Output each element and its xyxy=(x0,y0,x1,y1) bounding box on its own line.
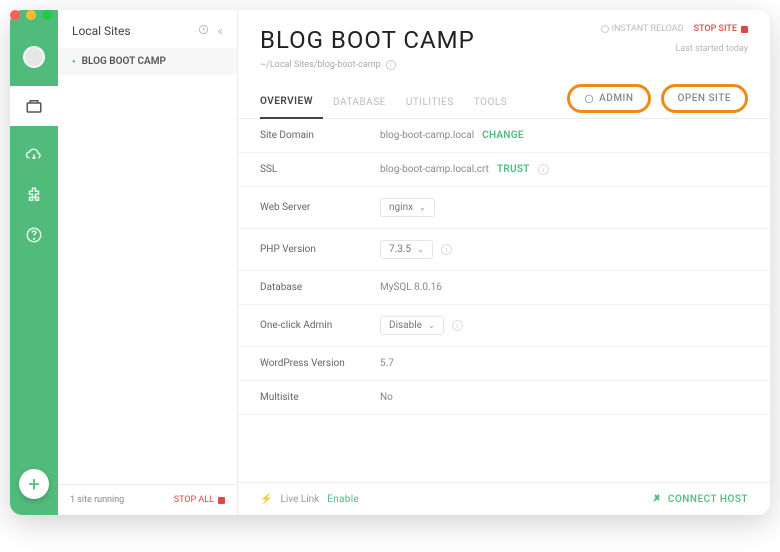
chevron-down-icon: ⌄ xyxy=(419,203,426,212)
collapse-sidebar-icon[interactable]: « xyxy=(217,24,223,38)
row-wordpress-version: WordPress Version 5.7 xyxy=(238,347,770,381)
enable-live-link[interactable]: Enable xyxy=(327,494,359,505)
database-label: Database xyxy=(260,282,380,293)
sidebar-title: Local Sites xyxy=(72,24,131,38)
addons-icon[interactable] xyxy=(23,184,45,206)
sidebar-item-blog-boot-camp[interactable]: BLOG BOOT CAMP xyxy=(58,48,237,75)
web-server-value: nginx xyxy=(389,202,413,213)
cloud-download-icon[interactable] xyxy=(23,144,45,166)
main-footer: ⚡ Live Link Enable CONNECT HOST xyxy=(238,482,770,515)
wordpress-icon xyxy=(584,94,594,104)
php-value: 7.3.5 xyxy=(389,244,411,255)
path-info-icon[interactable]: i xyxy=(386,60,396,70)
main-panel: INSTANT RELOAD STOP SITE Last started to… xyxy=(238,10,770,515)
minimize-window-dot[interactable] xyxy=(26,10,36,20)
multisite-label: Multisite xyxy=(260,392,380,403)
sidebar-header: Local Sites « xyxy=(58,10,237,48)
site-domain-value: blog-boot-camp.local xyxy=(380,130,474,141)
open-site-button[interactable]: OPEN SITE xyxy=(661,84,749,113)
php-info-icon[interactable]: i xyxy=(441,244,452,255)
ssl-value: blog-boot-camp.local.crt xyxy=(380,164,489,175)
chevron-down-icon: ⌄ xyxy=(417,245,424,254)
sites-icon[interactable] xyxy=(10,86,58,126)
sidebar-footer: 1 site running STOP ALL xyxy=(58,484,237,515)
row-php: PHP Version 7.3.5 ⌄ i xyxy=(238,229,770,271)
row-web-server: Web Server nginx ⌄ xyxy=(238,187,770,229)
row-multisite: Multisite No xyxy=(238,381,770,415)
wordpress-version-label: WordPress Version xyxy=(260,358,380,369)
wordpress-version-value: 5.7 xyxy=(380,358,394,369)
admin-button[interactable]: ADMIN xyxy=(567,84,650,113)
window-controls xyxy=(10,10,52,20)
web-server-label: Web Server xyxy=(260,202,380,213)
admin-button-label: ADMIN xyxy=(599,93,633,104)
sites-running-label: 1 site running xyxy=(70,495,124,505)
connect-host-button[interactable]: CONNECT HOST xyxy=(650,493,748,505)
web-server-select[interactable]: nginx ⌄ xyxy=(380,198,435,217)
details-list: Site Domain blog-boot-camp.local CHANGE … xyxy=(238,119,770,482)
app-window: + Local Sites « BLOG BOOT CAMP 1 site ru… xyxy=(10,10,770,515)
ssl-label: SSL xyxy=(260,164,380,175)
one-click-admin-label: One-click Admin xyxy=(260,320,380,331)
row-site-domain: Site Domain blog-boot-camp.local CHANGE xyxy=(238,119,770,153)
tab-overview[interactable]: OVERVIEW xyxy=(260,96,323,119)
multisite-value: No xyxy=(380,392,393,403)
bolt-icon: ⚡ xyxy=(260,494,272,505)
site-domain-label: Site Domain xyxy=(260,130,380,141)
connect-icon xyxy=(650,493,662,505)
php-label: PHP Version xyxy=(260,244,380,255)
help-icon[interactable] xyxy=(23,224,45,246)
ssl-info-icon[interactable]: i xyxy=(538,164,549,175)
clock-icon[interactable] xyxy=(198,24,209,38)
tab-database[interactable]: DATABASE xyxy=(333,97,396,118)
site-path: ~/Local Sites/blog-boot-camp xyxy=(260,60,381,70)
row-database: Database MySQL 8.0.16 xyxy=(238,271,770,305)
sidebar: Local Sites « BLOG BOOT CAMP 1 site runn… xyxy=(58,10,238,515)
tab-tools[interactable]: TOOLS xyxy=(474,97,517,118)
one-click-admin-value: Disable xyxy=(389,320,422,331)
row-one-click-admin: One-click Admin Disable ⌄ i xyxy=(238,305,770,347)
php-select[interactable]: 7.3.5 ⌄ xyxy=(380,240,433,259)
avatar[interactable] xyxy=(23,46,45,68)
stop-all-button[interactable]: STOP ALL xyxy=(174,495,225,505)
stop-site-button[interactable]: STOP SITE xyxy=(694,24,748,34)
one-click-admin-select[interactable]: Disable ⌄ xyxy=(380,316,444,335)
live-link-label: Live Link xyxy=(280,494,319,505)
main-header: INSTANT RELOAD STOP SITE Last started to… xyxy=(238,10,770,78)
zoom-window-dot[interactable] xyxy=(42,10,52,20)
change-domain-link[interactable]: CHANGE xyxy=(482,130,524,141)
open-site-button-label: OPEN SITE xyxy=(678,93,732,104)
one-click-admin-info-icon[interactable]: i xyxy=(452,320,463,331)
row-ssl: SSL blog-boot-camp.local.crt TRUST i xyxy=(238,153,770,187)
chevron-down-icon: ⌄ xyxy=(428,321,435,330)
database-value: MySQL 8.0.16 xyxy=(380,282,442,293)
instant-reload-toggle[interactable]: INSTANT RELOAD xyxy=(601,24,684,34)
add-site-button[interactable]: + xyxy=(19,469,49,499)
close-window-dot[interactable] xyxy=(10,10,20,20)
tab-row: OVERVIEW DATABASE UTILITIES TOOLS ADMIN … xyxy=(238,78,770,119)
last-started-label: Last started today xyxy=(676,44,749,54)
nav-rail: + xyxy=(10,10,58,515)
tab-utilities[interactable]: UTILITIES xyxy=(406,97,464,118)
trust-ssl-link[interactable]: TRUST xyxy=(497,164,530,175)
sidebar-item-label: BLOG BOOT CAMP xyxy=(82,56,166,67)
connect-host-label: CONNECT HOST xyxy=(668,494,748,505)
